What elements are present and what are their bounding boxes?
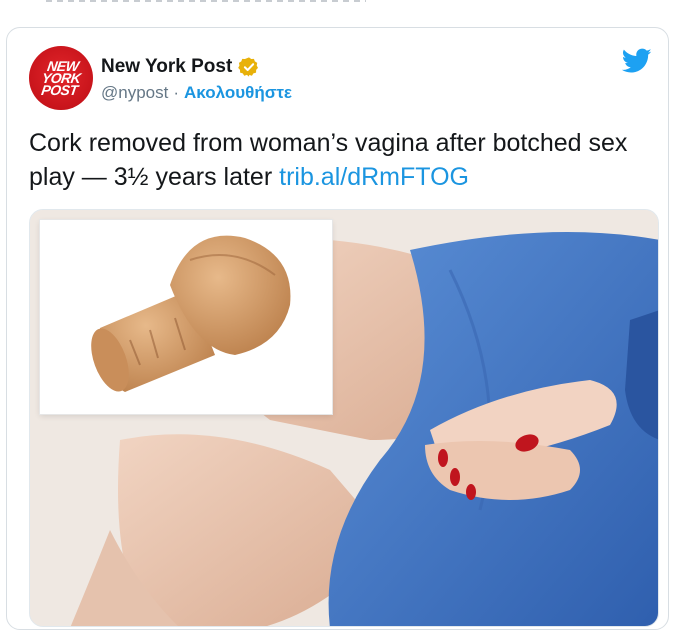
cork-icon [91, 235, 291, 392]
separator: · [173, 83, 180, 102]
account-handle[interactable]: @nypost [101, 83, 168, 103]
tweet-media-image[interactable] [29, 209, 659, 627]
embedded-tweet-card[interactable]: NEW YORK POST New York Post @nypost · Ακ… [6, 27, 669, 630]
twitter-bird-icon[interactable] [622, 48, 652, 74]
tweet-text: Cork removed from woman’s vagina after b… [29, 126, 649, 194]
nypost-logo: NEW YORK POST [40, 58, 82, 98]
verified-badge-icon [238, 57, 259, 77]
avatar[interactable]: NEW YORK POST [29, 46, 93, 110]
handle-row: @nypost · Ακολουθήστε [101, 83, 292, 103]
account-name-row: New York Post [101, 56, 260, 78]
cork-inset-image [40, 220, 332, 414]
previous-content-edge [0, 0, 675, 26]
follow-button[interactable]: Ακολουθήστε [184, 83, 292, 103]
account-name[interactable]: New York Post [101, 56, 232, 78]
tweet-link[interactable]: trib.al/dRmFTOG [279, 163, 469, 191]
